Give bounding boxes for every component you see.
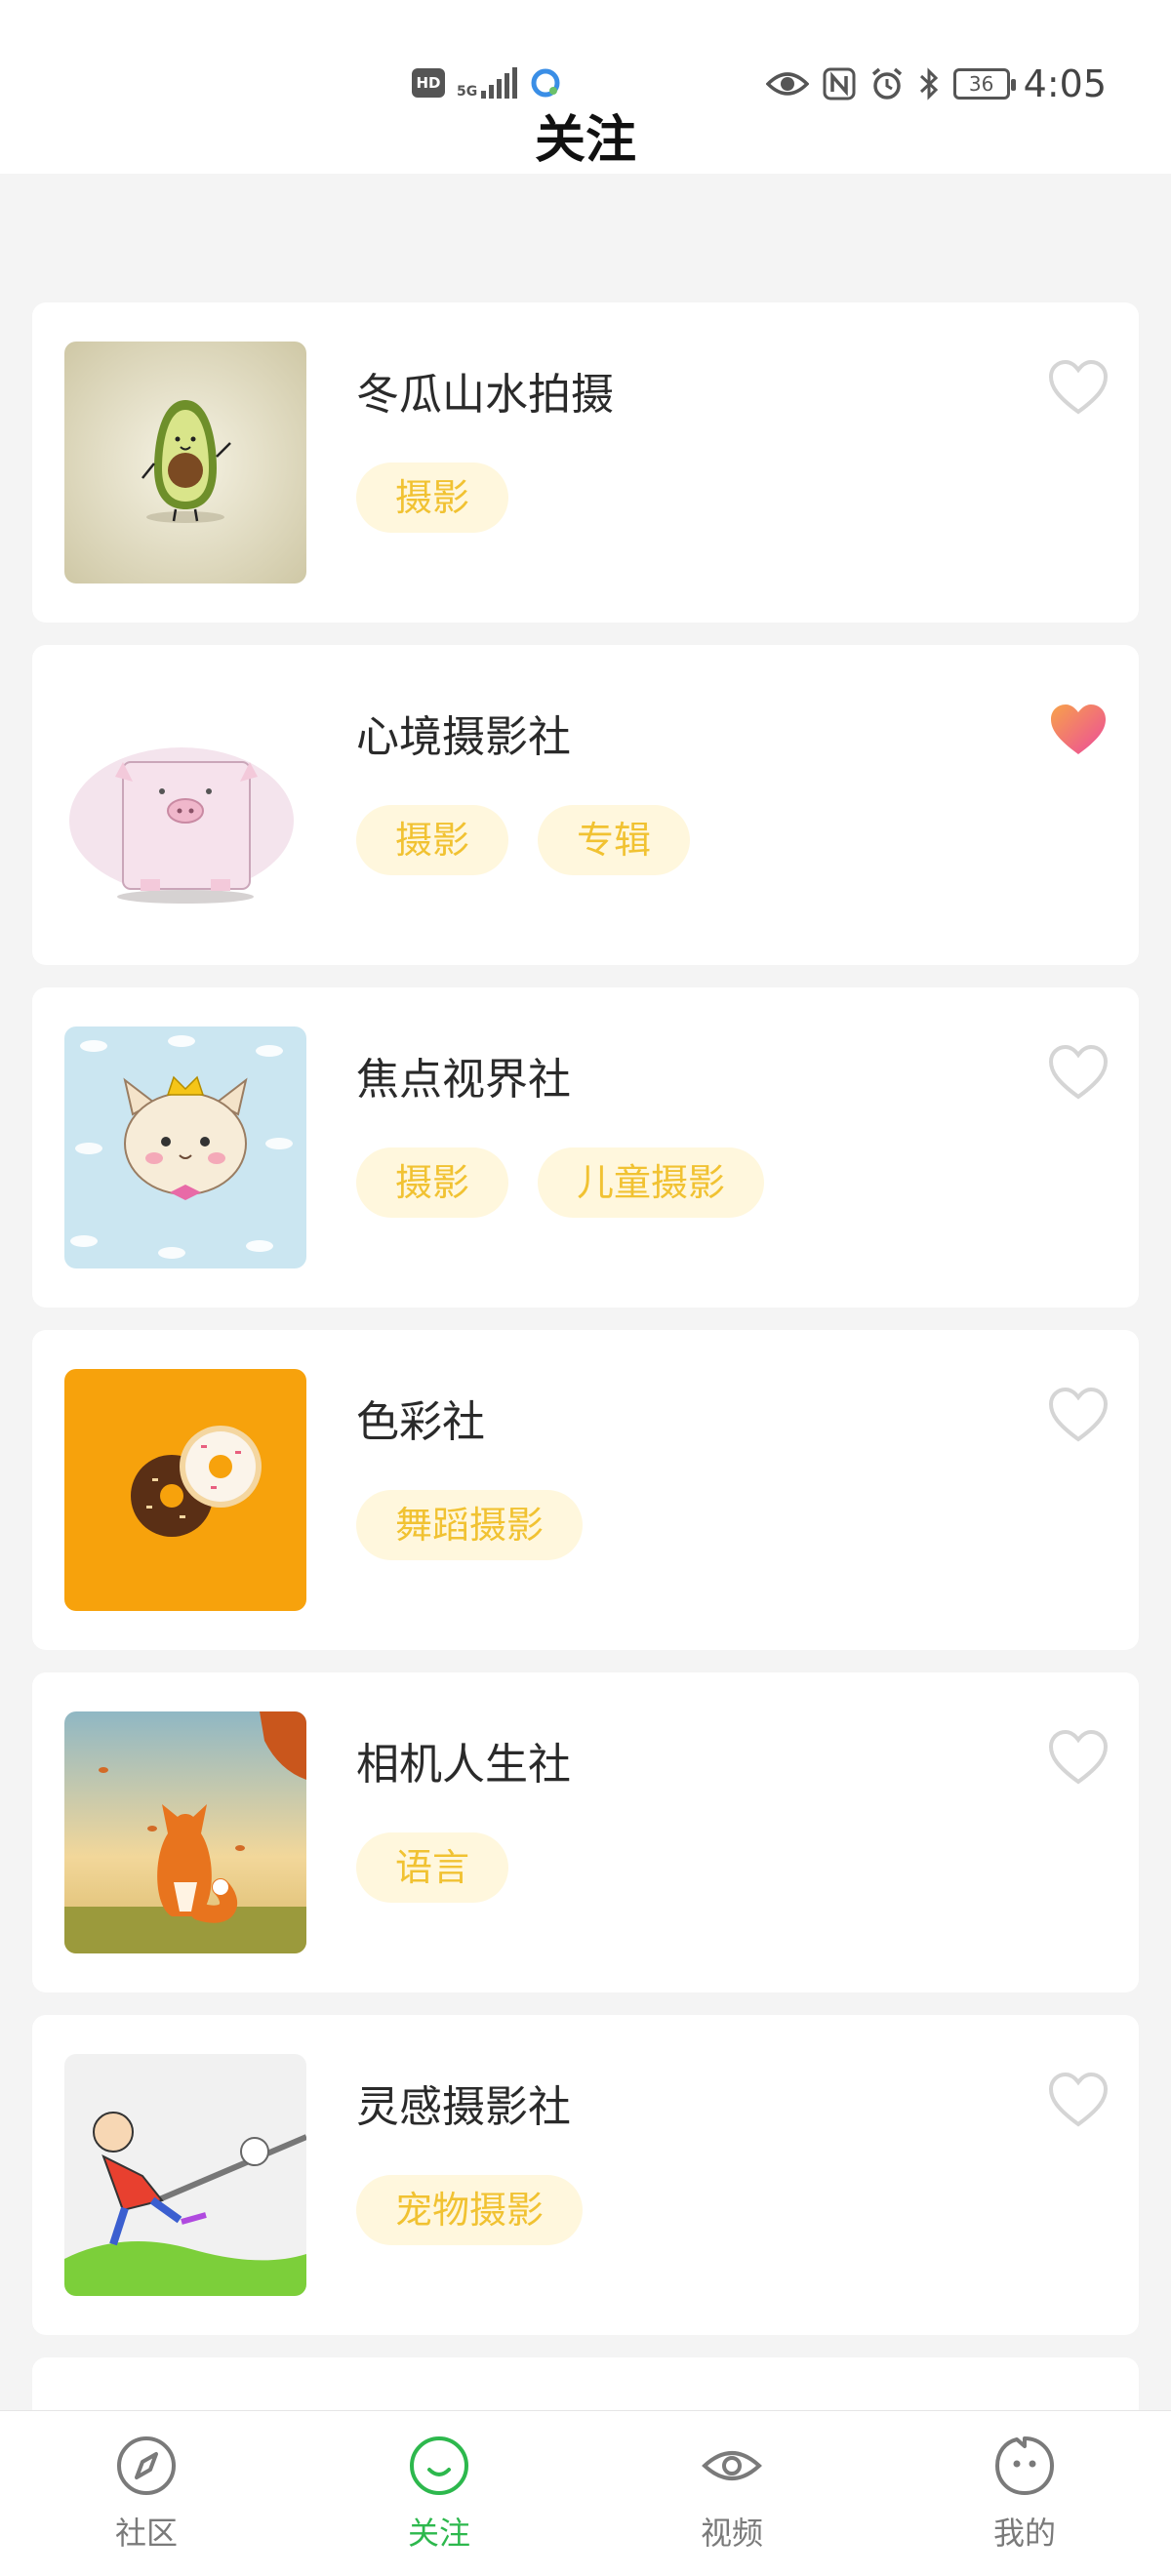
- status-bar: HD 5G 36 4:05 关注: [0, 0, 1171, 174]
- heart-outline-icon[interactable]: [1047, 1044, 1110, 1101]
- tab-community[interactable]: 社区: [0, 2411, 293, 2576]
- smile-icon: [410, 2436, 468, 2495]
- club-tag[interactable]: 摄影: [356, 463, 509, 533]
- heart-outline-icon[interactable]: [1047, 359, 1110, 416]
- nfc-icon: [823, 67, 856, 101]
- club-name: 色彩社: [356, 1397, 485, 1447]
- header: 关注: [0, 107, 1171, 174]
- club-thumbnail: [64, 342, 306, 584]
- club-tags: 摄影 专辑: [356, 805, 691, 875]
- club-tags: 语言: [356, 1832, 509, 1903]
- club-tags: 摄影 儿童摄影: [356, 1147, 765, 1218]
- tab-label: 关注: [407, 2515, 470, 2552]
- club-card[interactable]: 色彩社 舞蹈摄影: [32, 1330, 1139, 1650]
- club-thumbnail: [64, 2054, 306, 2296]
- bottom-tab-bar: 社区 关注 视频 我的: [0, 2410, 1171, 2576]
- heart-outline-icon[interactable]: [1047, 1729, 1110, 1786]
- status-right-icons: 36 4:05: [765, 62, 1107, 105]
- club-card[interactable]: 冬瓜山水拍摄 摄影: [32, 302, 1139, 623]
- tab-label: 视频: [700, 2515, 763, 2552]
- club-tag[interactable]: 摄影: [356, 1147, 509, 1218]
- alarm-icon: [871, 67, 902, 100]
- heart-filled-icon[interactable]: [1047, 702, 1110, 758]
- tab-label: 我的: [992, 2515, 1056, 2552]
- status-left-icons: HD 5G: [412, 66, 562, 100]
- bluetooth-icon: [919, 67, 938, 101]
- eye-icon: [765, 72, 809, 96]
- fox-illustration: [64, 1711, 306, 1953]
- tab-mine[interactable]: 我的: [878, 2411, 1171, 2576]
- club-tag[interactable]: 儿童摄影: [538, 1147, 765, 1218]
- club-name: 冬瓜山水拍摄: [356, 370, 614, 420]
- pig-illustration: [64, 684, 306, 926]
- tab-following[interactable]: 关注: [293, 2411, 586, 2576]
- cat-illustration: [64, 1026, 306, 1268]
- battery-icon: 36: [952, 68, 1016, 100]
- club-thumbnail: [64, 1369, 306, 1611]
- tab-video[interactable]: 视频: [586, 2411, 878, 2576]
- club-tag[interactable]: 语言: [356, 1832, 509, 1903]
- network-label: 5G: [457, 84, 478, 100]
- hd-icon: HD: [412, 68, 445, 98]
- club-tag[interactable]: 舞蹈摄影: [356, 1490, 584, 1560]
- club-tag[interactable]: 宠物摄影: [356, 2175, 584, 2245]
- club-tags: 宠物摄影: [356, 2175, 584, 2245]
- browser-icon: [531, 68, 560, 98]
- club-name: 灵感摄影社: [356, 2082, 571, 2132]
- eye-icon: [702, 2451, 762, 2480]
- donut-illustration: [64, 1369, 306, 1611]
- 5g-signal-icon: 5G: [457, 67, 518, 100]
- status-time: 4:05: [1023, 62, 1107, 105]
- club-card[interactable]: 心境摄影社 摄影 专辑: [32, 645, 1139, 965]
- club-card[interactable]: 灵感摄影社 宠物摄影: [32, 2015, 1139, 2335]
- tab-label: 社区: [114, 2515, 178, 2552]
- club-name: 焦点视界社: [356, 1055, 571, 1105]
- club-card-partial[interactable]: [32, 2357, 1139, 2416]
- face-icon: [995, 2436, 1054, 2495]
- club-card[interactable]: 焦点视界社 摄影 儿童摄影: [32, 987, 1139, 1308]
- avocado-illustration: [64, 342, 306, 584]
- club-tags: 摄影: [356, 463, 509, 533]
- club-name: 心境摄影社: [356, 712, 571, 762]
- page-title: 关注: [534, 111, 636, 170]
- club-tags: 舞蹈摄影: [356, 1490, 584, 1560]
- heart-outline-icon[interactable]: [1047, 2072, 1110, 2128]
- compass-icon: [117, 2436, 176, 2495]
- boy-skating-illustration: [64, 2054, 306, 2296]
- heart-outline-icon[interactable]: [1047, 1387, 1110, 1443]
- club-tag[interactable]: 摄影: [356, 805, 509, 875]
- club-thumbnail: [64, 1026, 306, 1268]
- club-thumbnail: [64, 684, 306, 926]
- club-tag[interactable]: 专辑: [538, 805, 691, 875]
- club-name: 相机人生社: [356, 1740, 571, 1790]
- club-card[interactable]: 相机人生社 语言: [32, 1672, 1139, 1992]
- club-thumbnail: [64, 1711, 306, 1953]
- club-list: 冬瓜山水拍摄 摄影 心境摄影社 摄影 专辑 焦点视界社 摄影 儿童摄影 色彩社 …: [32, 302, 1139, 2438]
